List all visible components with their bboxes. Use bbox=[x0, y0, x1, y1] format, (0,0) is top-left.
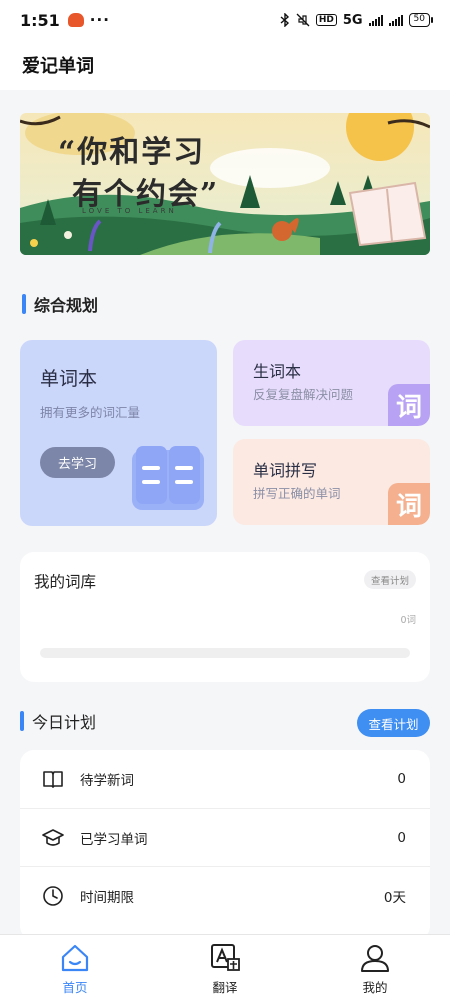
plan-label: 已学习单词 bbox=[80, 831, 148, 848]
promo-banner[interactable]: “你和学习 有个约会” LOVE TO LEARN bbox=[20, 113, 430, 255]
plan-label: 时间期限 bbox=[80, 889, 134, 906]
battery-icon: 50 bbox=[408, 13, 434, 27]
nav-label: 翻译 bbox=[212, 980, 238, 995]
wordbook-subtitle: 拥有更多的词汇量 bbox=[40, 405, 141, 420]
nav-item-translate[interactable]: 翻译 bbox=[150, 935, 300, 1000]
status-bar: 1:51 ··· HD 5G 50 bbox=[0, 0, 450, 40]
plan-value: 0 bbox=[397, 829, 406, 846]
banner-subtitle: LOVE TO LEARN bbox=[82, 207, 177, 215]
user-icon bbox=[361, 945, 389, 972]
open-book-icon bbox=[132, 446, 204, 510]
nav-item-home[interactable]: 首页 bbox=[0, 935, 150, 1000]
network-type: 5G bbox=[342, 12, 363, 28]
signal-icon-2 bbox=[388, 14, 403, 26]
section-today-plan: 今日计划 bbox=[20, 709, 96, 733]
mute-icon bbox=[296, 13, 310, 27]
clock-icon bbox=[43, 886, 63, 906]
new-words-subtitle: 反复复盘解决问题 bbox=[253, 387, 354, 402]
nav-label: 我的 bbox=[362, 980, 388, 995]
library-progress-bar bbox=[40, 648, 410, 658]
signal-icon bbox=[368, 14, 383, 26]
home-icon bbox=[61, 944, 89, 972]
section-title-text: 今日计划 bbox=[32, 713, 97, 732]
banner-headline-line1: “你和学习 bbox=[58, 135, 206, 170]
book-icon bbox=[43, 771, 63, 788]
plan-value: 0天 bbox=[383, 889, 406, 906]
wordbook-title: 单词本 bbox=[40, 368, 98, 390]
plan-row-learned-words: 已学习单词 0 bbox=[20, 808, 430, 866]
app-header: 爱记单词 bbox=[0, 40, 450, 90]
section-accent-bar bbox=[22, 294, 26, 314]
library-view-plan-button[interactable]: 查看计划 bbox=[363, 570, 416, 589]
new-words-card[interactable]: 生词本 反复复盘解决问题 词 bbox=[233, 340, 430, 426]
plan-value: 0 bbox=[397, 771, 406, 787]
plan-row-time-limit: 时间期限 0天 bbox=[20, 866, 430, 924]
hd-badge: HD bbox=[315, 14, 337, 26]
plan-row-new-words: 待学新词 0 bbox=[20, 750, 430, 808]
bottom-nav: 首页 翻译 我的 bbox=[0, 934, 450, 1000]
graduation-cap-icon bbox=[42, 829, 64, 846]
library-word-count: 0词 bbox=[400, 615, 416, 626]
section-title-text: 综合规划 bbox=[34, 296, 99, 315]
section-overall-plan: 综合规划 bbox=[22, 292, 98, 316]
page-title: 爱记单词 bbox=[22, 56, 94, 77]
section-accent-bar bbox=[20, 711, 24, 731]
spelling-title: 单词拼写 bbox=[253, 461, 318, 480]
today-view-plan-button[interactable]: 查看计划 bbox=[357, 709, 430, 737]
nav-item-profile[interactable]: 我的 bbox=[300, 935, 450, 1000]
spelling-card[interactable]: 单词拼写 拼写正确的单词 词 bbox=[233, 439, 430, 525]
word-char-icon: 词 bbox=[388, 384, 430, 426]
app-notification-icon bbox=[67, 13, 84, 27]
spelling-subtitle: 拼写正确的单词 bbox=[253, 486, 341, 501]
bluetooth-icon bbox=[280, 13, 289, 27]
go-study-button[interactable]: 去学习 bbox=[40, 447, 115, 478]
nav-label: 首页 bbox=[62, 980, 88, 995]
translate-icon bbox=[211, 944, 240, 971]
more-notifications-icon: ··· bbox=[89, 11, 110, 29]
my-library-card: 我的词库 查看计划 0词 bbox=[20, 552, 430, 682]
status-time: 1:51 bbox=[20, 10, 60, 30]
word-char-icon: 词 bbox=[388, 483, 430, 525]
today-plan-card: 待学新词 0 已学习单词 0 时间期限 0天 bbox=[20, 750, 430, 940]
wordbook-card[interactable]: 单词本 拥有更多的词汇量 去学习 bbox=[20, 340, 217, 526]
plan-label: 待学新词 bbox=[80, 773, 134, 789]
new-words-title: 生词本 bbox=[253, 362, 302, 381]
library-title: 我的词库 bbox=[34, 573, 97, 591]
